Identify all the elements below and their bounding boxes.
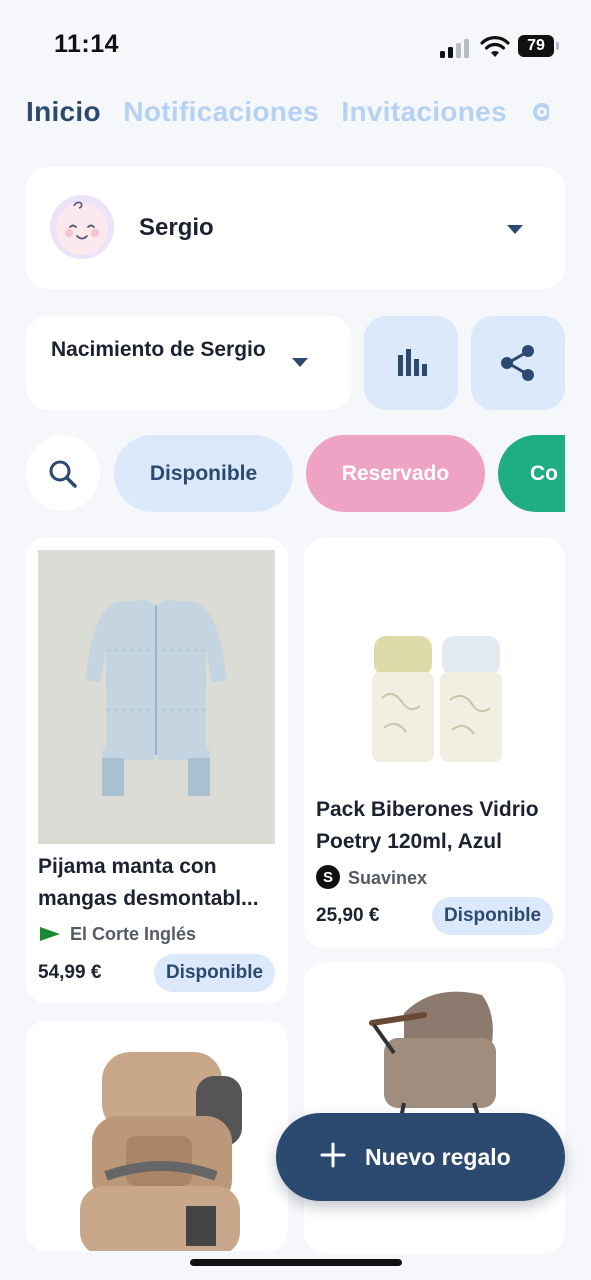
new-gift-label: Nuevo regalo bbox=[365, 1144, 511, 1170]
tab-notificaciones[interactable]: Notificaciones bbox=[123, 96, 319, 128]
chevron-down-icon bbox=[292, 358, 308, 367]
suavinex-logo-letter: S bbox=[323, 869, 333, 886]
stats-button[interactable] bbox=[364, 316, 458, 410]
status-bar: 11:14 79 bbox=[0, 0, 591, 90]
cellular-signal-icon bbox=[440, 38, 472, 58]
el-corte-ingles-logo-icon bbox=[40, 927, 60, 941]
tab-invitaciones[interactable]: Invitaciones bbox=[341, 96, 506, 128]
bar-chart-icon bbox=[398, 349, 427, 376]
status-time: 11:14 bbox=[54, 30, 120, 58]
suavinex-logo-icon: S bbox=[316, 865, 340, 889]
product-card[interactable]: Pijama manta con mangas desmontabl... El… bbox=[26, 538, 288, 1003]
search-icon bbox=[49, 460, 77, 488]
battery-icon: 79 bbox=[518, 35, 554, 57]
product-price: 54,99 € bbox=[38, 962, 102, 983]
filter-chip-comprado[interactable]: Co bbox=[498, 435, 565, 512]
profile-selector[interactable]: Sergio bbox=[26, 167, 565, 289]
product-price: 25,90 € bbox=[316, 905, 380, 926]
product-card[interactable] bbox=[304, 963, 565, 1253]
plus-icon bbox=[320, 1142, 346, 1168]
search-button[interactable] bbox=[26, 435, 100, 511]
status-badge: Disponible bbox=[432, 897, 553, 935]
product-image bbox=[38, 550, 275, 844]
product-card[interactable] bbox=[26, 1021, 288, 1251]
product-title: Pijama manta con mangas desmontabl... bbox=[38, 851, 273, 915]
product-title-line: mangas desmontabl... bbox=[38, 887, 259, 910]
product-title-line: Pijama manta con bbox=[38, 855, 217, 878]
share-icon bbox=[501, 345, 534, 381]
wifi-icon bbox=[480, 36, 510, 57]
product-title-line: Poetry 120ml, Azul bbox=[316, 830, 502, 853]
product-image bbox=[344, 618, 534, 768]
filter-chip-reservado[interactable]: Reservado bbox=[306, 435, 485, 512]
product-title-line: Pack Biberones Vidrio bbox=[316, 798, 539, 821]
status-badge: Disponible bbox=[154, 954, 275, 992]
chevron-down-icon bbox=[507, 225, 523, 234]
new-gift-button[interactable]: Nuevo regalo bbox=[276, 1113, 565, 1201]
product-image bbox=[369, 991, 496, 1133]
product-card[interactable]: Pack Biberones Vidrio Poetry 120ml, Azul… bbox=[304, 538, 565, 948]
top-tabs: Inicio Notificaciones Invitaciones bbox=[26, 96, 591, 136]
profile-name: Sergio bbox=[139, 214, 214, 241]
tab-inicio[interactable]: Inicio bbox=[26, 96, 101, 128]
home-indicator[interactable] bbox=[190, 1259, 402, 1266]
battery-tip bbox=[556, 42, 559, 50]
settings-icon[interactable] bbox=[529, 99, 550, 125]
share-button[interactable] bbox=[471, 316, 565, 410]
filter-chip-disponible[interactable]: Disponible bbox=[114, 435, 293, 512]
store-name: Suavinex bbox=[348, 868, 428, 888]
product-image bbox=[80, 1052, 242, 1251]
event-selector[interactable]: Nacimiento de Sergio bbox=[26, 316, 351, 410]
store-name: El Corte Inglés bbox=[70, 924, 197, 944]
event-label: Nacimiento de Sergio bbox=[51, 338, 266, 361]
baby-face-icon bbox=[50, 195, 114, 259]
product-title: Pack Biberones Vidrio Poetry 120ml, Azul bbox=[316, 794, 551, 858]
filter-chips: Disponible Reservado Co bbox=[26, 435, 565, 513]
